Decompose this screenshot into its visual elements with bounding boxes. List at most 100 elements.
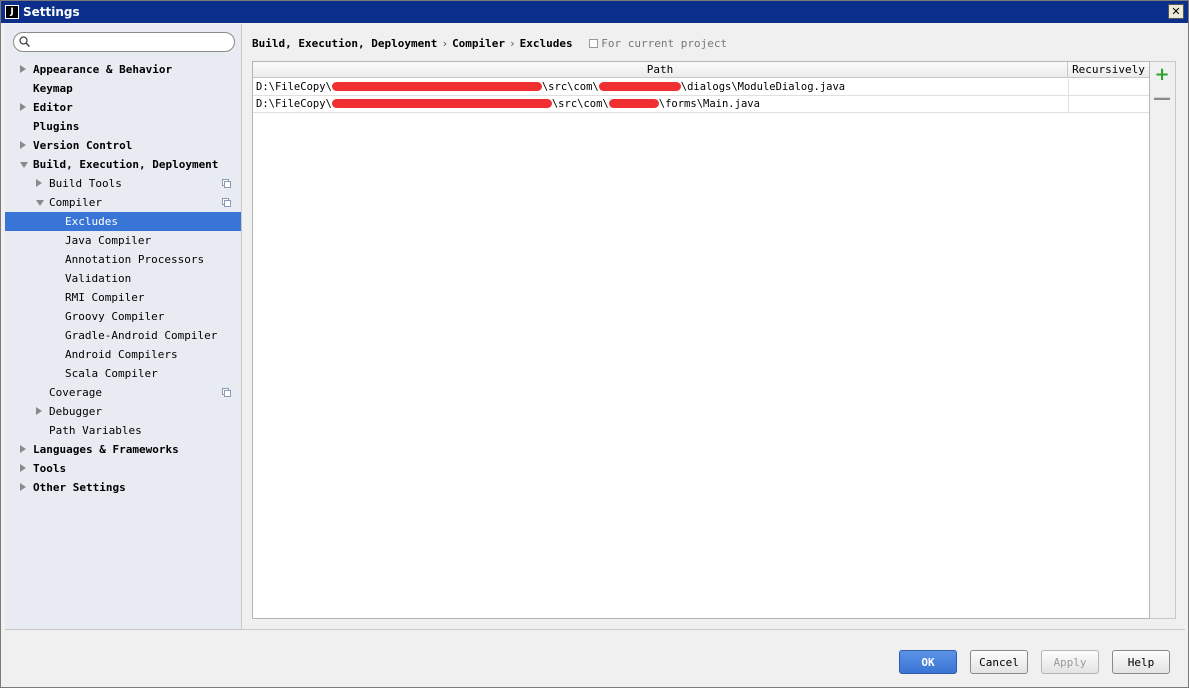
path-cell[interactable]: D:\FileCopy\ \src\com\ \forms\Main.java	[256, 96, 1066, 113]
path-cell[interactable]: D:\FileCopy\ \src\com\ \dialogs\ModuleDial…	[256, 79, 1066, 96]
sidebar-item[interactable]: Debugger	[5, 402, 241, 421]
column-header-recursively[interactable]: Recursively	[1068, 62, 1149, 78]
close-window-button[interactable]: ✕	[1168, 4, 1184, 19]
window-title: Settings	[23, 5, 80, 19]
project-level-icon	[222, 179, 231, 188]
sidebar-item-label: Gradle-Android Compiler	[65, 329, 218, 342]
sidebar-item[interactable]: Languages & Frameworks	[5, 440, 241, 459]
sidebar-item-label: Compiler	[49, 196, 102, 209]
sidebar-item[interactable]: Tools	[5, 459, 241, 478]
sidebar-item-label: Annotation Processors	[65, 253, 205, 266]
sidebar-item[interactable]: Version Control	[5, 136, 241, 155]
collapsed-arrow-icon[interactable]	[20, 65, 26, 73]
path-text: \dialogs\ModuleDialog.java	[680, 81, 846, 93]
sidebar-item[interactable]: Path Variables	[5, 421, 241, 440]
title-bar: J Settings ✕	[1, 1, 1188, 23]
settings-window: J Settings ✕ Appearance & Behavior Keymap…	[0, 0, 1189, 688]
sidebar-item-label: Other Settings	[33, 481, 126, 494]
sidebar-item-label: Debugger	[49, 405, 102, 418]
path-text: \forms\Main.java	[658, 98, 760, 110]
path-text: \src\com\	[541, 81, 599, 93]
collapsed-arrow-icon[interactable]	[20, 141, 26, 149]
sidebar-item-label: Groovy Compiler	[65, 310, 165, 323]
sidebar-item[interactable]: Validation	[5, 269, 241, 288]
sidebar-item[interactable]: Plugins	[5, 117, 241, 136]
collapsed-arrow-icon[interactable]	[36, 407, 42, 415]
sidebar-item[interactable]: Editor	[5, 98, 241, 117]
recursively-cell[interactable]	[1068, 79, 1149, 96]
column-header-path[interactable]: Path	[253, 62, 1068, 78]
breadcrumb-part-compiler: Compiler	[452, 37, 506, 50]
sidebar-item[interactable]: Build, Execution, Deployment	[5, 155, 241, 174]
table-row[interactable]: D:\FileCopy\ \src\com\ \forms\Main.java	[253, 96, 1149, 113]
cancel-button[interactable]: Cancel	[970, 650, 1028, 674]
ok-button[interactable]: OK	[899, 650, 957, 674]
sidebar-item-label: Coverage	[49, 386, 102, 399]
table-toolbar: + —	[1150, 61, 1176, 619]
breadcrumb-separator: ›	[441, 37, 449, 50]
scope-label: For current project	[589, 37, 727, 50]
sidebar-item[interactable]: Android Compilers	[5, 345, 241, 364]
path-text: \src\com\	[551, 98, 609, 110]
sidebar-item[interactable]: Other Settings	[5, 478, 241, 497]
sidebar-item-label: RMI Compiler	[65, 291, 145, 304]
sidebar-item[interactable]: RMI Compiler	[5, 288, 241, 307]
sidebar-item-label: Version Control	[33, 139, 133, 152]
scope-text: For current project	[601, 37, 728, 50]
path-text: D:\FileCopy\	[256, 81, 332, 93]
sidebar-item-label: Languages & Frameworks	[33, 443, 179, 456]
sidebar-item[interactable]: Coverage	[5, 383, 241, 402]
intellij-app-icon: J	[5, 5, 19, 19]
redacted-segment	[331, 99, 552, 108]
settings-sidebar: Appearance & Behavior Keymap Editor Plugins…	[5, 24, 242, 629]
add-exclude-button[interactable]: +	[1154, 64, 1170, 85]
sidebar-item[interactable]: Compiler	[5, 193, 241, 212]
sidebar-item[interactable]: Scala Compiler	[5, 364, 241, 383]
collapsed-arrow-icon[interactable]	[20, 103, 26, 111]
redacted-segment	[598, 82, 681, 91]
breadcrumb-part-build: Build, Execution, Deployment	[252, 37, 438, 50]
sidebar-item-label: Java Compiler	[65, 234, 152, 247]
sidebar-item-label: Build, Execution, Deployment	[33, 158, 219, 171]
remove-exclude-button[interactable]: —	[1153, 88, 1171, 109]
sidebar-item-label: Build Tools	[49, 177, 122, 190]
sidebar-item-label: Plugins	[33, 120, 80, 133]
sidebar-item-label: Tools	[33, 462, 67, 475]
redacted-segment	[331, 82, 542, 91]
collapsed-arrow-icon[interactable]	[20, 464, 26, 472]
search-input[interactable]	[34, 35, 229, 49]
recursively-cell[interactable]	[1068, 96, 1149, 113]
sidebar-item-label: Editor	[33, 101, 73, 114]
apply-button[interactable]: Apply	[1041, 650, 1099, 674]
search-icon	[19, 36, 30, 47]
sidebar-item[interactable]: Excludes	[5, 212, 241, 231]
expanded-arrow-icon[interactable]	[20, 162, 28, 168]
project-level-icon	[222, 198, 231, 207]
breadcrumb-separator: ›	[509, 37, 516, 50]
sidebar-item[interactable]: Keymap	[5, 79, 241, 98]
sidebar-item-label: Path Variables	[49, 424, 142, 437]
redacted-segment	[608, 99, 659, 108]
sidebar-item[interactable]: Annotation Processors	[5, 250, 241, 269]
breadcrumb-part-excludes: Excludes	[519, 37, 573, 50]
settings-search-box[interactable]	[13, 32, 235, 52]
sidebar-item-label: Scala Compiler	[65, 367, 158, 380]
sidebar-item[interactable]: Appearance & Behavior	[5, 60, 241, 79]
project-level-icon	[222, 388, 231, 397]
table-row[interactable]: D:\FileCopy\ \src\com\ \dialogs\ModuleDial…	[253, 79, 1149, 96]
collapsed-arrow-icon[interactable]	[20, 483, 26, 491]
sidebar-item[interactable]: Build Tools	[5, 174, 241, 193]
sidebar-item[interactable]: Gradle-Android Compiler	[5, 326, 241, 345]
collapsed-arrow-icon[interactable]	[36, 179, 42, 187]
sidebar-item-label: Appearance & Behavior	[33, 63, 173, 76]
sidebar-item[interactable]: Java Compiler	[5, 231, 241, 250]
excludes-table: Path Recursively D:\FileCopy\ \src\com\ \d…	[252, 61, 1150, 619]
help-button[interactable]: Help	[1112, 650, 1170, 674]
sidebar-item[interactable]: Groovy Compiler	[5, 307, 241, 326]
path-text: D:\FileCopy\	[256, 98, 332, 110]
expanded-arrow-icon[interactable]	[36, 200, 44, 206]
sidebar-item-label: Android Compilers	[65, 348, 178, 361]
project-scope-icon	[589, 39, 599, 48]
collapsed-arrow-icon[interactable]	[20, 445, 26, 453]
settings-tree: Appearance & Behavior Keymap Editor Plugins…	[5, 60, 241, 497]
